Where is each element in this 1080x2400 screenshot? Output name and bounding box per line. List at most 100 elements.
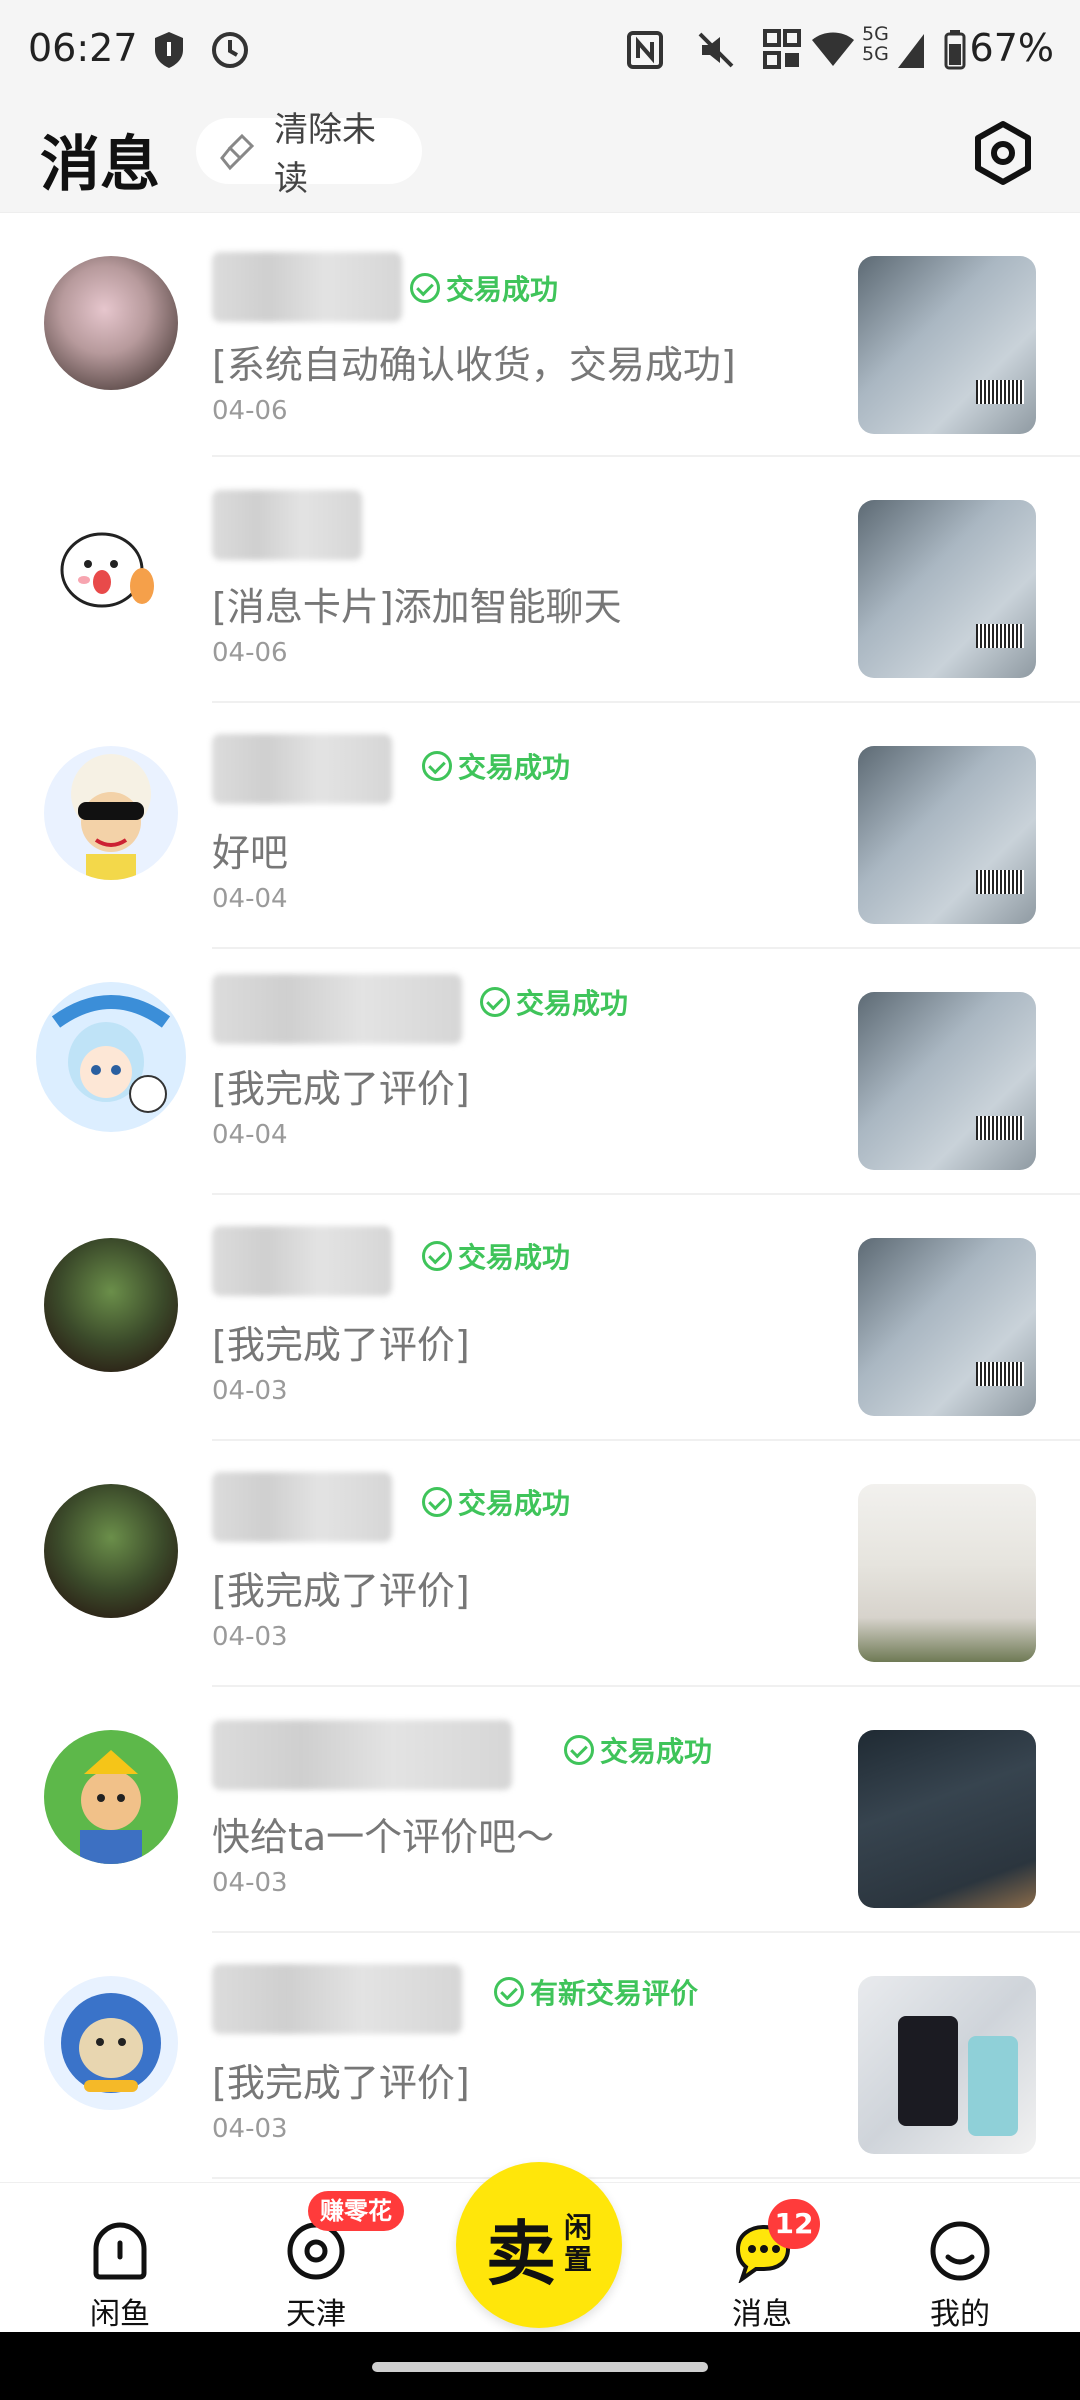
nav-item-home[interactable]: 闲鱼 (50, 2183, 190, 2333)
message-preview: 好吧 (212, 831, 289, 875)
status-badge: 交易成功 (564, 1728, 712, 1772)
contact-name-blurred (212, 252, 402, 322)
nav-label: 天津 (286, 2297, 346, 2332)
item-thumbnail[interactable] (858, 1976, 1036, 2154)
message-preview: [我完成了评价] (212, 1323, 470, 1367)
nav-label: 消息 (732, 2297, 792, 2332)
barcode-graphic (976, 1116, 1024, 1140)
check-circle-icon (564, 1735, 594, 1765)
message-date: 04-04 (212, 884, 288, 914)
item-thumbnail[interactable] (858, 992, 1036, 1170)
case-graphic (968, 2036, 1018, 2136)
home-icon (93, 2222, 147, 2280)
battery-icon (944, 28, 966, 72)
contact-name-blurred (212, 490, 362, 560)
item-thumbnail[interactable] (858, 1730, 1036, 1908)
nav-item-city[interactable]: 天津 赚零花 (246, 2183, 404, 2333)
sell-label: 卖 (486, 2212, 556, 2295)
nav-item-profile[interactable]: 我的 (890, 2183, 1030, 2333)
contact-name-blurred (212, 1472, 392, 1542)
page-header: 消息 清除未读 (0, 100, 1080, 213)
row-divider (212, 701, 1080, 703)
message-row[interactable]: 交易成功 好吧 04-04 (0, 704, 1080, 949)
status-badge: 有新交易评价 (494, 1970, 698, 2014)
item-thumbnail[interactable] (858, 500, 1036, 678)
message-row[interactable]: 交易成功 快给ta一个评价吧～ 04-03 (0, 1688, 1080, 1933)
nfc-icon (626, 28, 664, 72)
check-circle-icon (494, 1977, 524, 2007)
phone-graphic (898, 2016, 958, 2126)
message-date: 04-06 (212, 638, 288, 668)
status-bar: 06:27 5G 5G 67% (0, 0, 1080, 100)
message-row[interactable]: 交易成功 [我完成了评价] 04-04 (0, 950, 1080, 1195)
message-date: 04-03 (212, 1868, 288, 1898)
barcode-graphic (976, 1362, 1024, 1386)
message-row[interactable]: 交易成功 [系统自动确认收货，交易成功] 04-06 (0, 212, 1080, 457)
message-row[interactable]: [消息卡片]添加智能聊天 04-06 (0, 458, 1080, 703)
avatar[interactable] (44, 746, 178, 880)
status-badge: 交易成功 (422, 1480, 570, 1524)
message-date: 04-04 (212, 1120, 288, 1150)
avatar[interactable] (36, 982, 186, 1132)
check-circle-icon (422, 751, 452, 781)
clear-unread-label: 清除未读 (274, 110, 376, 199)
mute-icon (696, 28, 736, 72)
nav-label: 闲鱼 (90, 2297, 150, 2332)
clear-unread-button[interactable]: 清除未读 (196, 110, 422, 199)
row-divider (212, 455, 1080, 457)
message-preview: [消息卡片]添加智能聊天 (212, 585, 622, 629)
profile-icon (930, 2221, 990, 2281)
message-preview: [我完成了评价] (212, 1569, 470, 1613)
message-preview: [我完成了评价] (212, 2061, 470, 2105)
row-divider (212, 947, 1080, 949)
status-badge: 交易成功 (422, 1234, 570, 1278)
avatar[interactable] (44, 1484, 178, 1618)
check-circle-icon (410, 273, 440, 303)
status-badge: 交易成功 (410, 266, 558, 310)
wifi-icon (810, 28, 856, 72)
message-date: 04-06 (212, 396, 288, 426)
status-badge: 交易成功 (480, 980, 628, 1024)
sell-button[interactable]: 卖 闲置 (456, 2162, 622, 2328)
row-divider (212, 1685, 1080, 1687)
row-divider (212, 1439, 1080, 1441)
battery-percent: 67% (969, 26, 1054, 70)
check-circle-icon (422, 1487, 452, 1517)
row-divider (212, 2177, 1080, 2179)
message-row[interactable]: 交易成功 [我完成了评价] 04-03 (0, 1196, 1080, 1441)
status-time: 06:27 (28, 26, 138, 70)
barcode-graphic (976, 624, 1024, 648)
message-date: 04-03 (212, 1376, 288, 1406)
message-list[interactable]: 交易成功 [系统自动确认收货，交易成功] 04-06 [消息卡片]添加智能聊天 … (0, 212, 1080, 2182)
message-row[interactable]: 交易成功 [我完成了评价] 04-03 (0, 1442, 1080, 1687)
barcode-graphic (976, 870, 1024, 894)
unread-count-badge: 12 (768, 2199, 820, 2249)
signal-icon (896, 28, 926, 72)
item-thumbnail[interactable] (858, 1238, 1036, 1416)
settings-icon[interactable] (968, 118, 1038, 188)
avatar[interactable] (44, 256, 178, 390)
data-icon (762, 28, 802, 72)
home-indicator[interactable] (372, 2362, 708, 2372)
message-preview: [我完成了评价] (212, 1067, 470, 1111)
avatar[interactable] (44, 1976, 178, 2110)
check-circle-icon (480, 987, 510, 1017)
message-date: 04-03 (212, 2114, 288, 2144)
nav-item-messages[interactable]: 消息 12 (692, 2183, 832, 2333)
avatar[interactable] (44, 1730, 178, 1864)
item-thumbnail[interactable] (858, 256, 1036, 434)
status-badge: 交易成功 (422, 744, 570, 788)
message-row[interactable]: 有新交易评价 [我完成了评价] 04-03 (0, 1934, 1080, 2179)
broom-icon (220, 133, 255, 171)
avatar[interactable] (44, 1238, 178, 1372)
message-preview: [系统自动确认收货，交易成功] (212, 343, 736, 387)
barcode-graphic (976, 380, 1024, 404)
contact-name-blurred (212, 1964, 462, 2034)
row-divider (212, 1193, 1080, 1195)
item-thumbnail[interactable] (858, 746, 1036, 924)
contact-name-blurred (212, 1226, 392, 1296)
item-thumbnail[interactable] (858, 1484, 1036, 1662)
avatar[interactable] (44, 500, 178, 634)
clock-icon (210, 28, 250, 72)
gesture-bar (0, 2332, 1080, 2400)
